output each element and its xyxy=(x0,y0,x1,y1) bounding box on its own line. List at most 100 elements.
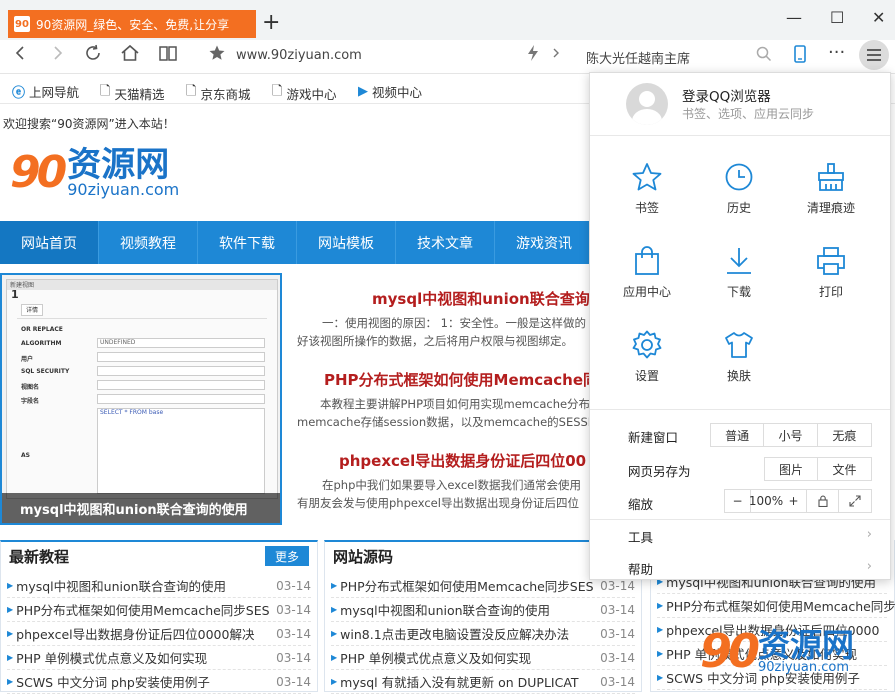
section-title: 网站源码 xyxy=(333,548,394,566)
watermark-cn: 资源网 xyxy=(758,625,855,664)
menu-history[interactable]: 历史 xyxy=(690,161,788,231)
search-input[interactable]: 陈大光任越南主席 xyxy=(586,48,690,67)
save-as-file[interactable]: 文件 xyxy=(818,458,871,480)
article-title[interactable]: mysql中视图和union联合查询 xyxy=(372,288,590,309)
menu-settings[interactable]: 设置 xyxy=(598,329,696,399)
active-tab[interactable]: 90 90资源网_绿色、安全、免费,让分享 xyxy=(8,10,256,38)
bag-icon xyxy=(635,246,659,275)
bookmark-jd[interactable]: 🗋 京东商城 xyxy=(186,82,250,104)
clock-icon xyxy=(725,163,753,191)
reader-icon[interactable] xyxy=(158,44,178,67)
nav-software[interactable]: 软件下载 xyxy=(198,221,297,264)
avatar[interactable] xyxy=(626,83,668,125)
login-link[interactable]: 登录QQ浏览器 xyxy=(682,85,771,105)
menu-print[interactable]: 打印 xyxy=(782,245,880,315)
home-icon[interactable] xyxy=(120,44,140,67)
fullscreen-icon[interactable] xyxy=(839,490,871,512)
bookmark-nav[interactable]: ⓔ 上网导航 xyxy=(12,82,79,101)
new-window-incognito[interactable]: 无痕 xyxy=(818,424,871,446)
menu-grid-label: 打印 xyxy=(818,285,843,299)
gear-icon xyxy=(632,330,662,359)
tab-title: 90资源网_绿色、安全、免费,让分享 xyxy=(36,17,230,32)
bookmark-tmall[interactable]: 🗋 天猫精选 xyxy=(100,82,164,104)
list-item[interactable]: ▶ mysql 有就插入没有就更新 on DUPLICAT 03-14 xyxy=(331,670,635,694)
list-item[interactable]: ▶ win8.1点击更改电脑设置没反应解决办法 03-14 xyxy=(331,622,635,646)
search-icon[interactable] xyxy=(756,46,772,67)
forward-icon[interactable] xyxy=(48,44,66,67)
list-item[interactable]: ▶ PHP 单例模式优点意义及如何实现 03-14 xyxy=(7,646,311,670)
article-title[interactable]: PHP分布式框架如何使用Memcache同 xyxy=(324,369,598,390)
lightning-icon[interactable] xyxy=(526,44,540,67)
list-item-date: 03-14 xyxy=(596,626,635,641)
arrow-icon: ▶ xyxy=(331,677,338,686)
menu-icon[interactable] xyxy=(859,40,889,70)
maximize-button[interactable]: ☐ xyxy=(830,8,844,27)
nav-video[interactable]: 视频教程 xyxy=(99,221,198,264)
star-icon[interactable] xyxy=(208,44,226,67)
chevron-right-icon[interactable] xyxy=(550,44,562,67)
shirt-icon xyxy=(725,332,753,358)
nav-articles[interactable]: 技术文章 xyxy=(396,221,495,264)
menu-download[interactable]: 下载 xyxy=(690,245,788,315)
menu-skin[interactable]: 换肤 xyxy=(690,329,788,399)
nav-home[interactable]: 网站首页 xyxy=(0,221,99,264)
zoom-controls: − 100% + xyxy=(724,489,872,513)
screenshot-titlebar: 新建视图 xyxy=(7,280,277,290)
phone-icon[interactable] xyxy=(792,45,808,68)
new-tab-button[interactable]: + xyxy=(262,10,280,36)
save-as-label: 网页另存为 xyxy=(628,464,691,479)
article-title[interactable]: phpexcel导出数据身份证后四位00 xyxy=(339,450,586,471)
list-item-title: PHP分布式框架如何使用Memcache同步SES xyxy=(340,579,594,594)
menu-bookmarks[interactable]: 书签 xyxy=(598,161,696,231)
list-item[interactable]: ▶ PHP分布式框架如何使用Memcache同步SES 03-14 xyxy=(7,598,311,622)
section-latest-tutorials: 最新教程 更多 ▶ mysql中视图和union联合查询的使用 03-14 ▶ PHP… xyxy=(0,540,318,694)
nav-games[interactable]: 游戏资讯 xyxy=(495,221,594,264)
new-window-normal[interactable]: 普通 xyxy=(711,424,765,446)
minimize-button[interactable]: — xyxy=(786,8,802,27)
list-item[interactable]: ▶ PHP 单例模式优点意义及如何实现 03-14 xyxy=(331,646,635,670)
site-logo[interactable]: 90 资源网 90ziyuan.com xyxy=(10,148,179,198)
page-icon: 🗋 xyxy=(272,84,283,99)
list-item-title: mysql中视图和union联合查询的使用 xyxy=(16,579,227,594)
article-desc: 有朋友会发与使用phpexcel导出数据出现身份证后四位 xyxy=(297,496,579,510)
article-desc: 本教程主要讲解PHP项目如何用实现memcache分布 xyxy=(320,397,591,411)
zoom-in-button[interactable]: + xyxy=(781,490,807,512)
arrow-icon: ▶ xyxy=(657,625,664,634)
menu-grid-label: 下载 xyxy=(726,285,751,299)
nav-templates[interactable]: 网站模板 xyxy=(297,221,396,264)
close-window-button[interactable]: ✕ xyxy=(872,8,885,27)
list-item[interactable]: ▶ PHP分布式框架如何使用Memcache同步 xyxy=(657,594,895,618)
new-window-small[interactable]: 小号 xyxy=(764,424,818,446)
logo-cn: 资源网 xyxy=(67,145,170,185)
bookmark-games[interactable]: 🗋 游戏中心 xyxy=(272,82,336,104)
article-list: ▶ PHP分布式框架如何使用Memcache同步SES 03-14 ▶ mysql中视… xyxy=(331,574,635,694)
bookmark-video[interactable]: ▶ 视频中心 xyxy=(358,82,422,101)
more-button[interactable]: 更多 xyxy=(265,546,309,566)
menu-clear-traces[interactable]: 清理痕迹 xyxy=(782,161,880,231)
screenshot-divider xyxy=(17,318,267,319)
menu-app-center[interactable]: 应用中心 xyxy=(598,245,696,315)
arrow-icon: ▶ xyxy=(7,605,14,614)
zoom-out-button[interactable]: − xyxy=(725,490,751,512)
back-icon[interactable] xyxy=(12,44,30,67)
list-item[interactable]: ▶ mysql中视图和union联合查询的使用 03-14 xyxy=(7,574,311,598)
featured-slide[interactable]: 新建视图 1 详情 OR REPLACE ALGORITHM UNDEFINED… xyxy=(0,273,282,525)
save-as-image[interactable]: 图片 xyxy=(765,458,819,480)
list-item[interactable]: ▶ SCWS 中文分词 php安装使用例子 03-14 xyxy=(7,670,311,694)
ss-row: SQL SECURITY xyxy=(21,368,70,375)
url-input[interactable]: www.90ziyuan.com xyxy=(236,48,362,63)
watermark-number: 90 xyxy=(700,624,760,678)
tab-bar: 90 90资源网_绿色、安全、免费,让分享 + — ☐ ✕ xyxy=(0,0,895,44)
list-item-date: 03-14 xyxy=(272,578,311,593)
refresh-icon[interactable] xyxy=(84,44,102,67)
menu-grid-label: 清理痕迹 xyxy=(806,201,855,215)
list-item[interactable]: ▶ phpexcel导出数据身份证后四位0000解决 03-14 xyxy=(7,622,311,646)
lock-icon[interactable] xyxy=(807,490,839,512)
slide-caption[interactable]: mysql中视图和union联合查询的使用 xyxy=(2,493,280,523)
more-icon[interactable]: ··· xyxy=(828,42,845,63)
article-desc: 好该视图所操作的数据，之后将用户权限与视图绑定。 xyxy=(297,334,573,348)
menu-help[interactable]: 帮助 xyxy=(628,559,653,578)
list-item[interactable]: ▶ mysql中视图和union联合查询的使用 03-14 xyxy=(331,598,635,622)
menu-tools[interactable]: 工具 xyxy=(628,527,653,546)
list-item-title: mysql 有就插入没有就更新 on DUPLICAT xyxy=(340,675,579,690)
